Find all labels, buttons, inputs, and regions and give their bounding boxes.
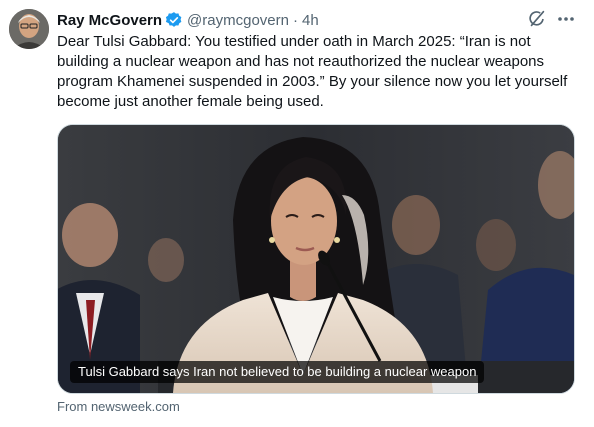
timestamp[interactable]: 4h [302,12,319,29]
author-name[interactable]: Ray McGovern [57,12,162,29]
tweet-header: Ray McGovern @raymcgovern · 4h [57,10,319,30]
card-source[interactable]: From newsweek.com [57,399,180,414]
grok-icon[interactable] [526,8,548,30]
author-handle[interactable]: @raymcgovern [187,12,289,29]
more-icon[interactable] [556,11,576,27]
tweet-text: Dear Tulsi Gabbard: You testified under … [57,33,572,110]
card-caption: Tulsi Gabbard says Iran not believed to … [70,361,485,383]
separator: · [292,11,298,29]
link-card-image[interactable]: Tulsi Gabbard says Iran not believed to … [57,124,575,394]
avatar[interactable] [9,9,49,49]
news-photo [58,125,574,393]
verified-badge-icon[interactable] [165,11,183,29]
